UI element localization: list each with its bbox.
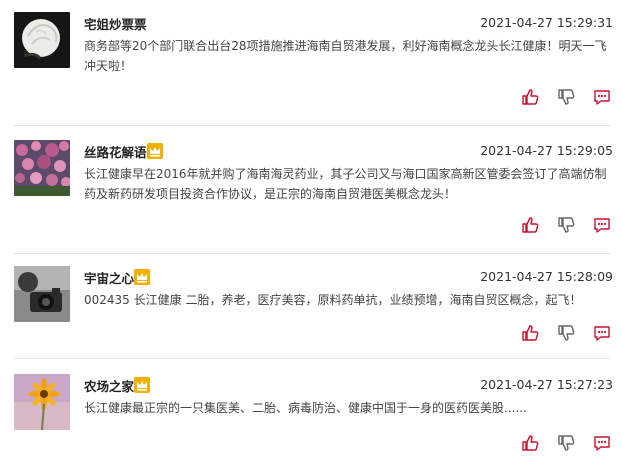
comment-item: 宇宙之心 2021-04-27 15:28:09 002435 长江健康 二胎，… — [0, 266, 622, 346]
comment-actions — [520, 323, 612, 343]
avatar[interactable] — [14, 140, 70, 196]
avatar[interactable] — [14, 374, 70, 430]
comment-item: 农场之家 2021-04-27 15:27:23 长江健康最正宗的一只集医美、二… — [0, 374, 622, 454]
thumbs-up-icon[interactable] — [520, 433, 540, 453]
username[interactable]: 宅姐炒票票 — [84, 14, 147, 33]
timestamp: 2021-04-27 15:29:31 — [480, 15, 613, 30]
thumbs-down-icon[interactable] — [556, 87, 576, 107]
username[interactable]: 丝路花解语 — [84, 142, 147, 161]
thumbs-down-icon[interactable] — [556, 323, 576, 343]
divider — [14, 358, 610, 359]
comment-text: 长江健康最正宗的一只集医美、二胎、病毒防治、健康中国于一身的医药医美股.....… — [84, 401, 527, 415]
crown-icon — [134, 377, 150, 393]
comment-text: 商务部等20个部门联合出台28项措施推进海南自贸港发展，利好海南概念龙头长江健康… — [84, 39, 607, 73]
thumbs-up-icon[interactable] — [520, 323, 540, 343]
comment-item: 宅姐炒票票 2021-04-27 15:29:31 商务部等20个部门联合出台2… — [0, 12, 622, 117]
timestamp: 2021-04-27 15:29:05 — [480, 143, 613, 158]
comment-icon[interactable] — [592, 323, 612, 343]
avatar-flower-image — [14, 140, 70, 196]
comment-text: 002435 长江健康 二胎，养老，医疗美容，原料药单抗，业绩预增，海南自贸区概… — [84, 293, 582, 307]
comment-feed: 宅姐炒票票 2021-04-27 15:29:31 商务部等20个部门联合出台2… — [0, 0, 622, 459]
crown-icon — [147, 143, 163, 159]
thumbs-down-icon[interactable] — [556, 215, 576, 235]
comment-text: 长江健康早在2016年就并购了海南海灵药业，其子公司又与海口国家高新区管委会签订… — [84, 167, 607, 201]
divider — [14, 125, 610, 126]
comment-icon[interactable] — [592, 433, 612, 453]
timestamp: 2021-04-27 15:27:23 — [480, 377, 613, 392]
thumbs-down-icon[interactable] — [556, 433, 576, 453]
comment-actions — [520, 215, 612, 235]
comment-icon[interactable] — [592, 215, 612, 235]
thumbs-up-icon[interactable] — [520, 215, 540, 235]
avatar[interactable] — [14, 12, 70, 68]
avatar-camera-image — [14, 266, 70, 322]
avatar-rose-image — [14, 12, 70, 68]
crown-icon — [134, 269, 150, 285]
username[interactable]: 宇宙之心 — [84, 268, 134, 287]
timestamp: 2021-04-27 15:28:09 — [480, 269, 613, 284]
comment-icon[interactable] — [592, 87, 612, 107]
avatar-sunflower-image — [14, 374, 70, 430]
username[interactable]: 农场之家 — [84, 376, 134, 395]
comment-item: 丝路花解语 2021-04-27 15:29:05 长江健康早在2016年就并购… — [0, 140, 622, 245]
thumbs-up-icon[interactable] — [520, 87, 540, 107]
divider — [14, 253, 610, 254]
comment-actions — [520, 433, 612, 453]
avatar[interactable] — [14, 266, 70, 322]
comment-actions — [520, 87, 612, 107]
